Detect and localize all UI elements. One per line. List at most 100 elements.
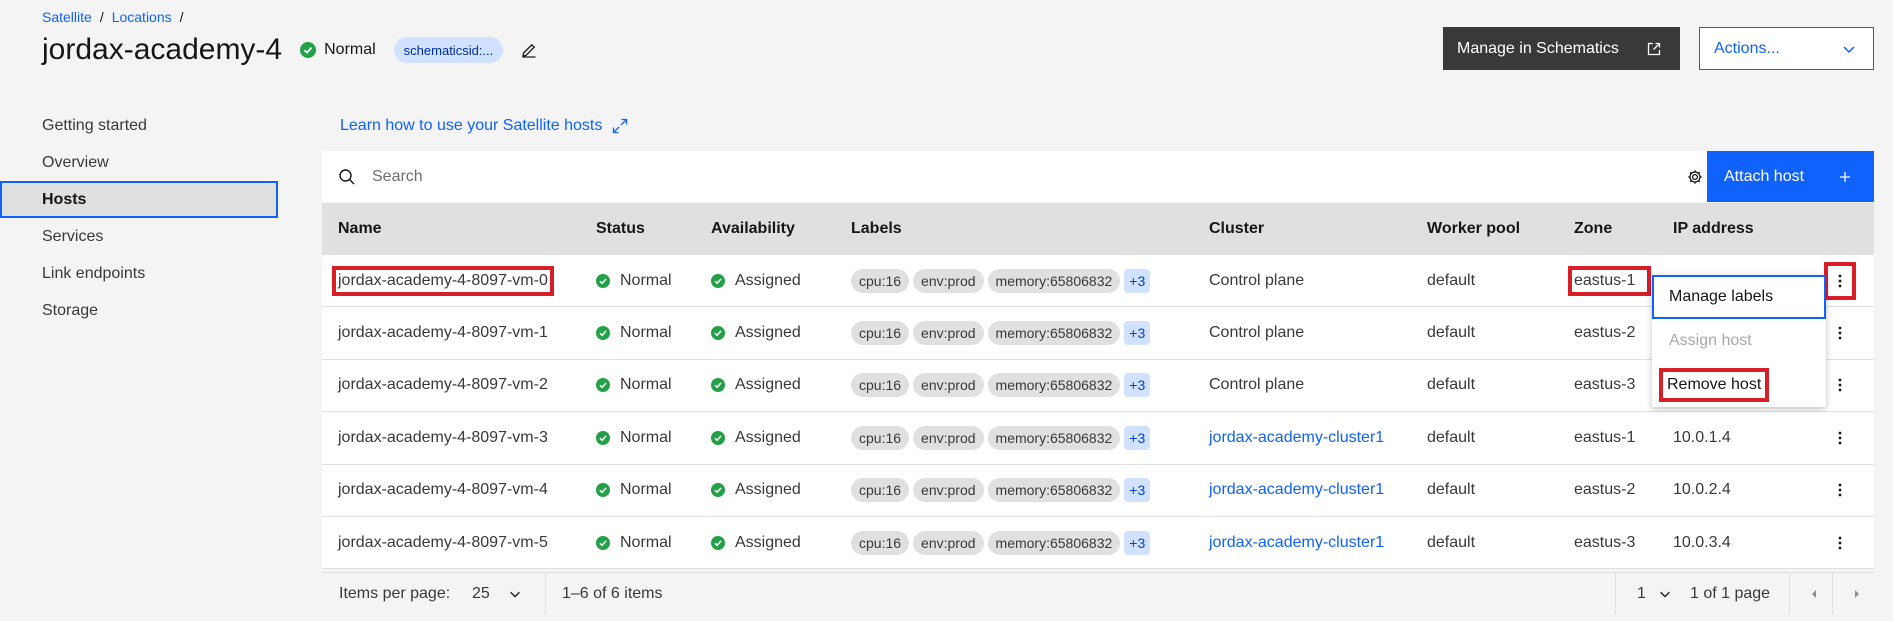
host-name[interactable]: jordax-academy-4-8097-vm-1 <box>338 324 548 342</box>
actions-dropdown[interactable]: Actions... <box>1699 27 1874 70</box>
overflow-menu-button[interactable] <box>1830 536 1850 550</box>
page-select[interactable]: 1 <box>1637 585 1672 603</box>
host-availability: Assigned <box>711 272 801 290</box>
overflow-menu-icon <box>1838 483 1842 497</box>
host-worker-pool: default <box>1427 271 1476 289</box>
actions-label: Actions... <box>1714 39 1780 57</box>
host-ip: 10.0.2.4 <box>1673 481 1731 499</box>
column-header-ip-address[interactable]: IP address <box>1673 220 1754 238</box>
overflow-menu-button[interactable] <box>1830 431 1850 445</box>
next-page-button[interactable] <box>1852 589 1862 599</box>
label-tag: memory:65806832 <box>987 530 1121 555</box>
page-title: jordax-academy-4 <box>42 33 283 66</box>
learn-hosts-link-text: Learn how to use your Satellite hosts <box>340 117 603 134</box>
host-name[interactable]: jordax-academy-4-8097-vm-3 <box>338 429 548 447</box>
overflow-menu-icon <box>1838 274 1842 288</box>
label-tag: env:prod <box>913 478 984 503</box>
host-availability: Assigned <box>711 324 801 342</box>
sidebar-item-overview[interactable]: Overview <box>0 144 278 181</box>
check-circle-icon <box>711 535 725 550</box>
host-status: Normal <box>596 429 672 447</box>
edit-icon[interactable] <box>521 42 537 58</box>
location-status: Normal <box>300 41 376 59</box>
column-header-zone[interactable]: Zone <box>1574 220 1612 238</box>
host-labels: cpu:16 env:prod memory:65806832 +3 <box>851 478 1151 503</box>
overflow-menu-button[interactable] <box>1824 261 1856 300</box>
attach-host-button[interactable]: Attach host <box>1707 151 1874 202</box>
breadcrumb-locations[interactable]: Locations <box>112 9 172 25</box>
overflow-menu-icon <box>1838 431 1842 445</box>
menu-item-manage-labels[interactable]: Manage labels <box>1652 275 1826 319</box>
host-cluster-link[interactable]: jordax-academy-cluster1 <box>1209 429 1384 447</box>
sidebar-item-services[interactable]: Services <box>0 218 278 255</box>
host-cluster-link[interactable]: jordax-academy-cluster1 <box>1209 534 1384 552</box>
schematics-tag[interactable]: schematicsid:... <box>393 37 504 63</box>
host-cluster-link[interactable]: jordax-academy-cluster1 <box>1209 481 1384 499</box>
column-header-cluster[interactable]: Cluster <box>1209 220 1264 238</box>
sidebar-item-getting-started[interactable]: Getting started <box>0 107 278 144</box>
column-header-labels[interactable]: Labels <box>851 220 902 238</box>
breadcrumb: Satellite / Locations / <box>42 9 184 25</box>
caret-right-icon <box>1852 589 1862 599</box>
previous-page-button[interactable] <box>1809 589 1819 599</box>
column-header-worker-pool[interactable]: Worker pool <box>1427 220 1520 238</box>
host-worker-pool: default <box>1427 481 1476 499</box>
gear-icon <box>1687 169 1703 185</box>
items-per-page-select[interactable]: 25 <box>472 585 522 603</box>
host-name[interactable]: jordax-academy-4-8097-vm-0 <box>332 265 554 296</box>
host-name[interactable]: jordax-academy-4-8097-vm-2 <box>338 376 548 394</box>
label-tag: memory:65806832 <box>987 268 1121 293</box>
host-zone: eastus-1 <box>1574 428 1636 446</box>
host-availability-text: Assigned <box>735 428 801 446</box>
check-circle-icon <box>596 535 610 550</box>
page-value: 1 <box>1637 584 1646 602</box>
overflow-menu-button[interactable] <box>1830 483 1850 497</box>
overflow-menu-icon <box>1838 378 1842 392</box>
host-name[interactable]: jordax-academy-4-8097-vm-4 <box>338 481 548 499</box>
more-labels-button[interactable]: +3 <box>1124 321 1151 346</box>
learn-hosts-link[interactable]: Learn how to use your Satellite hosts <box>340 117 628 135</box>
label-tag: cpu:16 <box>851 530 910 555</box>
host-worker-pool: default <box>1427 324 1476 342</box>
chevron-down-icon <box>508 587 522 601</box>
menu-item-remove-host[interactable]: Remove host <box>1652 363 1826 407</box>
check-circle-icon <box>711 430 725 445</box>
manage-in-schematics-button[interactable]: Manage in Schematics <box>1443 27 1680 70</box>
search-icon <box>338 168 356 186</box>
launch-icon <box>1646 41 1662 57</box>
check-circle-icon <box>711 273 725 288</box>
overflow-menu-button[interactable] <box>1830 378 1850 392</box>
more-labels-button[interactable]: +3 <box>1124 373 1151 398</box>
sidebar-item-link-endpoints[interactable]: Link endpoints <box>0 255 278 292</box>
label-tag: memory:65806832 <box>987 321 1121 346</box>
host-labels: cpu:16 env:prod memory:65806832 +3 <box>851 268 1151 293</box>
more-labels-button[interactable]: +3 <box>1124 425 1151 450</box>
host-availability: Assigned <box>711 376 801 394</box>
breadcrumb-satellite[interactable]: Satellite <box>42 9 92 25</box>
side-navigation: Getting started Overview Hosts Services … <box>0 107 278 329</box>
sidebar-item-storage[interactable]: Storage <box>0 292 278 329</box>
label-tag: memory:65806832 <box>987 425 1121 450</box>
check-circle-icon <box>596 483 610 498</box>
overflow-menu-icon <box>1838 536 1842 550</box>
more-labels-button[interactable]: +3 <box>1124 530 1151 555</box>
host-name[interactable]: jordax-academy-4-8097-vm-5 <box>338 534 548 552</box>
column-header-name[interactable]: Name <box>338 220 382 238</box>
column-header-status[interactable]: Status <box>596 220 645 238</box>
host-worker-pool: default <box>1427 428 1476 446</box>
more-labels-button[interactable]: +3 <box>1124 478 1151 503</box>
host-status: Normal <box>596 324 672 342</box>
overflow-menu-button[interactable] <box>1830 326 1850 340</box>
host-cluster: Control plane <box>1209 376 1305 394</box>
host-labels: cpu:16 env:prod memory:65806832 +3 <box>851 530 1151 555</box>
label-tag: cpu:16 <box>851 373 910 398</box>
host-zone: eastus-3 <box>1574 376 1636 394</box>
search-input[interactable] <box>372 151 1472 202</box>
host-availability-text: Assigned <box>735 271 801 289</box>
table-row: jordax-academy-4-8097-vm-5 Normal Assign… <box>322 516 1874 570</box>
more-labels-button[interactable]: +3 <box>1124 268 1151 293</box>
sidebar-item-hosts[interactable]: Hosts <box>0 181 278 218</box>
host-ip: 10.0.3.4 <box>1673 533 1731 551</box>
items-range-text: 1–6 of 6 items <box>562 584 663 602</box>
column-header-availability[interactable]: Availability <box>711 220 795 238</box>
